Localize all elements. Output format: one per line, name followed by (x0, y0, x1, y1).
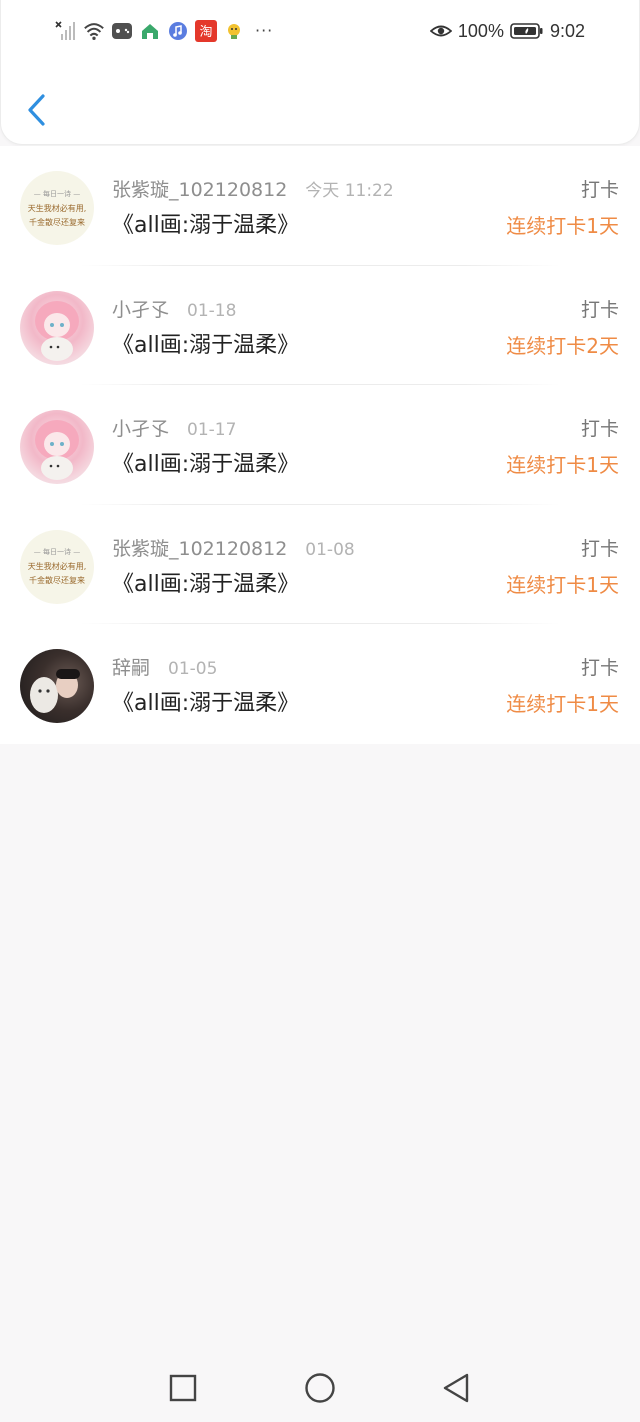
checkin-tag: 打卡 (580, 298, 619, 321)
checkin-tag: 打卡 (580, 537, 619, 560)
streak-label: 连续打卡1天 (506, 453, 619, 477)
signal-off-icon (55, 20, 77, 42)
streak-label: 连续打卡1天 (506, 214, 619, 238)
avatar-illustration (35, 300, 79, 361)
home-button[interactable] (300, 1368, 340, 1408)
eye-comfort-icon (429, 20, 452, 42)
author-name[interactable]: 辞嗣 (112, 653, 150, 680)
avatar[interactable] (20, 410, 94, 484)
checkin-tag: 打卡 (580, 418, 619, 440)
author-line: 张紫璇_102120812 今天 11:22 (112, 175, 394, 202)
list-item[interactable]: — 每日一诗 — 天生我材必有用, 千金散尽还复来 张紫璇_102120812 … (0, 146, 640, 266)
circle-home-icon (305, 1373, 335, 1403)
status-icons-left: 淘 ··· (55, 18, 273, 44)
streak-label: 连续打卡2天 (506, 333, 619, 358)
author-name[interactable]: 张紫璇_102120812 (112, 534, 287, 561)
avatar-illustration (30, 669, 80, 713)
post-time: 01-18 (187, 300, 237, 321)
bulb-app-icon (223, 20, 245, 42)
work-title[interactable]: 《all画:溺于温柔》 (112, 446, 299, 478)
author-line: 张紫璇_102120812 01-08 (112, 534, 355, 561)
work-title[interactable]: 《all画:溺于温柔》 (112, 327, 299, 359)
author-line: 辞嗣 01-05 (112, 653, 217, 680)
battery-icon (510, 20, 544, 42)
avatar-poem-line: 千金散尽还复来 (29, 576, 85, 585)
post-time: 01-17 (187, 420, 237, 440)
post-time: 01-08 (305, 539, 355, 560)
taobao-app-icon: 淘 (195, 20, 217, 42)
avatar-poem-heading: — 每日一诗 — (33, 548, 81, 556)
author-name[interactable]: 小孑孓 (112, 414, 169, 441)
list-item[interactable]: — 每日一诗 — 天生我材必有用, 千金散尽还复来 张紫璇_102120812 … (0, 505, 640, 624)
avatar-poem-line: 千金散尽还复来 (29, 217, 85, 227)
back-button[interactable] (21, 90, 51, 130)
work-title[interactable]: 《all画:溺于温柔》 (112, 685, 299, 717)
streak-label: 连续打卡1天 (506, 572, 619, 597)
work-title[interactable]: 《all画:溺于温柔》 (112, 207, 299, 239)
status-bar: 淘 ··· 100% 9:02 (1, 0, 640, 62)
status-icons-right: 100% 9:02 (429, 18, 585, 44)
more-notifications-indicator: ··· (255, 21, 274, 40)
checkin-tag: 打卡 (580, 179, 619, 201)
list-item[interactable]: 小孑孓 01-17 《all画:溺于温柔》 打卡 连续打卡1天 (0, 385, 640, 505)
avatar[interactable]: — 每日一诗 — 天生我材必有用, 千金散尽还复来 (20, 171, 94, 245)
author-name[interactable]: 张紫璇_102120812 (112, 175, 287, 202)
streak-label: 连续打卡1天 (506, 692, 619, 716)
avatar-poem-heading: — 每日一诗 — (33, 189, 81, 198)
list-item[interactable]: 小孑孓 01-18 《all画:溺于温柔》 打卡 连续打卡2天 (0, 266, 640, 385)
post-time: 今天 11:22 (305, 181, 394, 201)
avatar[interactable] (20, 649, 94, 723)
list-item[interactable]: 辞嗣 01-05 《all画:溺于温柔》 打卡 连续打卡1天 (0, 624, 640, 744)
system-nav-bar (0, 1352, 640, 1422)
home-app-icon (139, 20, 161, 42)
avatar[interactable] (20, 290, 94, 365)
chevron-left-icon (28, 94, 45, 126)
checkin-tag: 打卡 (580, 657, 619, 679)
author-line: 小孑孓 01-17 (112, 414, 236, 441)
avatar-illustration (35, 420, 79, 480)
wifi-icon (83, 20, 105, 42)
triangle-back-icon (443, 1373, 469, 1403)
back-nav-button[interactable] (436, 1368, 476, 1408)
music-app-icon (167, 20, 189, 42)
author-name[interactable]: 小孑孓 (112, 295, 169, 322)
square-recents-icon (169, 1374, 197, 1402)
battery-percent: 100% (457, 20, 504, 41)
avatar-poem-line: 天生我材必有用, (27, 203, 87, 213)
checkin-list: — 每日一诗 — 天生我材必有用, 千金散尽还复来 张紫璇_102120812 … (0, 146, 640, 744)
post-time: 01-05 (168, 659, 218, 679)
author-line: 小孑孓 01-18 (112, 295, 236, 322)
clock: 9:02 (549, 20, 585, 41)
recents-button[interactable] (163, 1368, 203, 1408)
work-title[interactable]: 《all画:溺于温柔》 (112, 566, 299, 598)
game-app-icon (111, 20, 133, 42)
header-card: 淘 ··· 100% 9:02 (0, 0, 640, 145)
avatar[interactable]: — 每日一诗 — 天生我材必有用, 千金散尽还复来 (20, 529, 94, 604)
avatar-poem-line: 天生我材必有用, (27, 562, 87, 571)
svg-text:淘: 淘 (199, 25, 212, 40)
